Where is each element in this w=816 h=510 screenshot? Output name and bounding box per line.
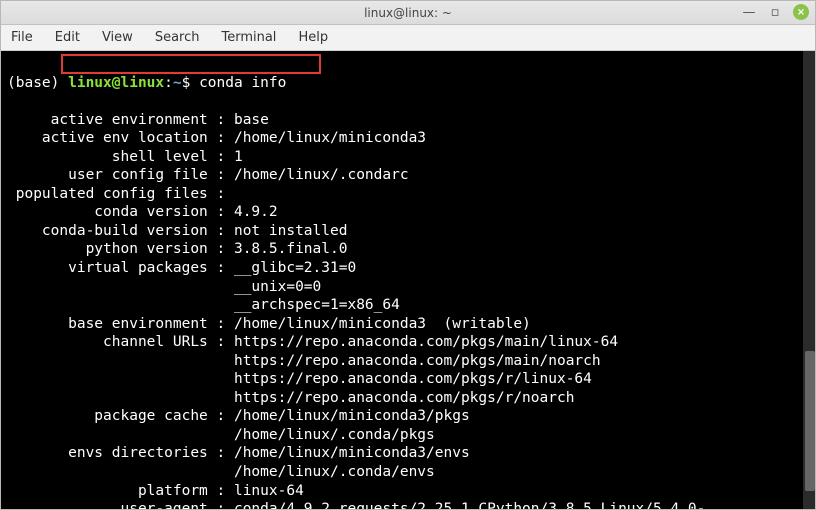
info-virtual-packages-3: __archspec=1=x86_64 — [7, 297, 400, 313]
info-platform: platform : linux-64 — [7, 483, 304, 499]
prompt-path: ~ — [173, 75, 182, 91]
info-shell-level: shell level : 1 — [7, 149, 243, 165]
menubar: File Edit View Search Terminal Help — [1, 25, 815, 51]
command-text: conda info — [199, 75, 286, 91]
prompt-userhost: linux@linux — [68, 75, 164, 91]
menu-terminal[interactable]: Terminal — [217, 28, 280, 47]
info-active-env-location: active env location : /home/linux/minico… — [7, 130, 426, 146]
info-conda-build-version: conda-build version : not installed — [7, 223, 347, 239]
info-populated-config: populated config files : — [7, 186, 225, 202]
info-channel-urls-4: https://repo.anaconda.com/pkgs/r/noarch — [7, 390, 574, 406]
menu-edit[interactable]: Edit — [51, 28, 84, 47]
info-user-config-file: user config file : /home/linux/.condarc — [7, 167, 409, 183]
terminal-window: linux@linux: ~ — ▫ × File Edit View Sear… — [0, 0, 816, 510]
menu-view[interactable]: View — [98, 28, 137, 47]
close-button[interactable]: × — [793, 4, 809, 20]
scrollbar-thumb[interactable] — [805, 351, 815, 491]
info-package-cache: package cache : /home/linux/miniconda3/p… — [7, 408, 470, 424]
menu-search[interactable]: Search — [151, 28, 204, 47]
command-highlight-box — [61, 54, 321, 74]
prompt-dollar: $ — [182, 75, 199, 91]
info-envs-directories: envs directories : /home/linux/miniconda… — [7, 445, 470, 461]
info-conda-version: conda version : 4.9.2 — [7, 204, 278, 220]
info-channel-urls-2: https://repo.anaconda.com/pkgs/main/noar… — [7, 353, 601, 369]
terminal-area[interactable]: (base) linux@linux:~$ conda info active … — [1, 51, 815, 509]
info-virtual-packages: virtual packages : __glibc=2.31=0 — [7, 260, 356, 276]
info-active-env: active environment : base — [7, 112, 269, 128]
minimize-button[interactable]: — — [741, 4, 757, 20]
info-virtual-packages-2: __unix=0=0 — [7, 279, 321, 295]
scrollbar[interactable] — [803, 51, 815, 509]
info-channel-urls-3: https://repo.anaconda.com/pkgs/r/linux-6… — [7, 371, 592, 387]
info-python-version: python version : 3.8.5.final.0 — [7, 241, 347, 257]
info-base-environment: base environment : /home/linux/miniconda… — [7, 316, 531, 332]
maximize-button[interactable]: ▫ — [767, 4, 783, 20]
info-envs-directories-2: /home/linux/.conda/envs — [7, 464, 435, 480]
info-user-agent: user-agent : conda/4.9.2 requests/2.25.1… — [7, 501, 705, 509]
info-channel-urls: channel URLs : https://repo.anaconda.com… — [7, 334, 618, 350]
menu-help[interactable]: Help — [294, 28, 332, 47]
prompt-colon: : — [164, 75, 173, 91]
titlebar: linux@linux: ~ — ▫ × — [1, 1, 815, 25]
info-package-cache-2: /home/linux/.conda/pkgs — [7, 427, 435, 443]
window-controls: — ▫ × — [741, 4, 809, 20]
prompt-base: (base) — [7, 75, 68, 91]
menu-file[interactable]: File — [7, 28, 37, 47]
window-title: linux@linux: ~ — [364, 6, 452, 20]
